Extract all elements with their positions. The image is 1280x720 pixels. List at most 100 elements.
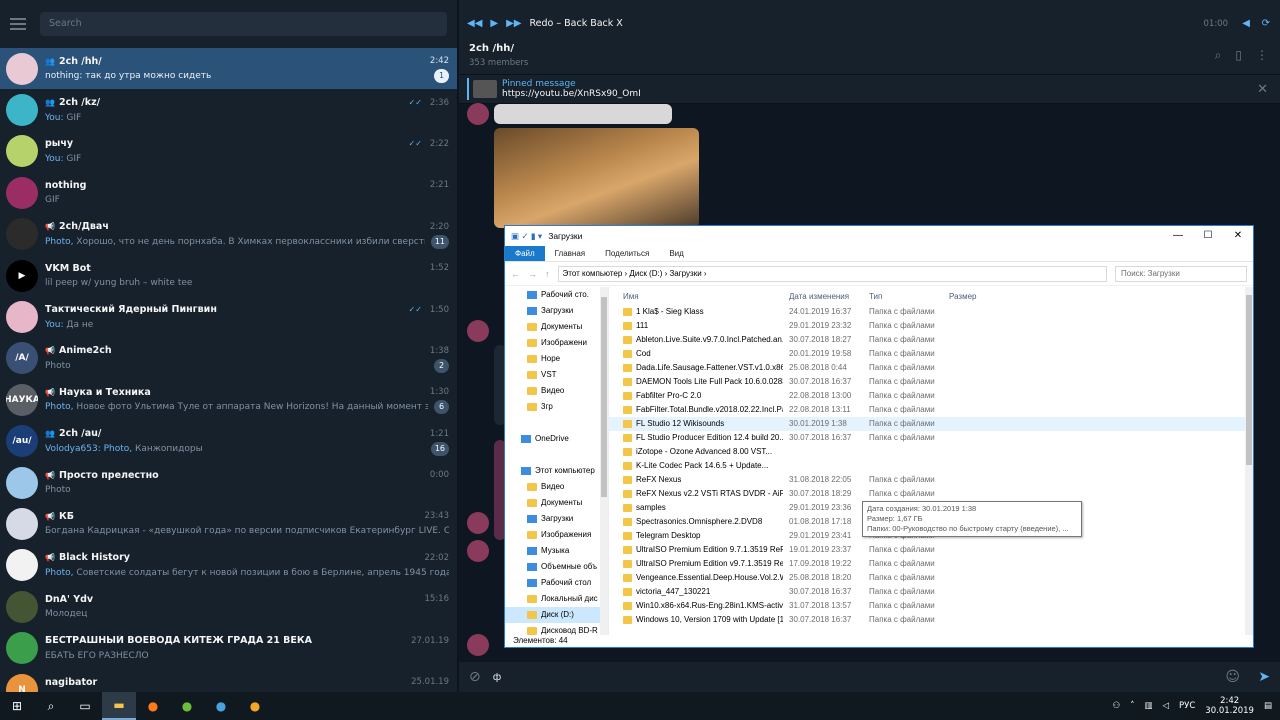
avatar[interactable] [467,634,489,656]
up-icon[interactable]: ↑ [545,269,550,279]
maximize-button[interactable]: ☐ [1193,226,1223,246]
message-photo[interactable] [494,104,672,124]
file-row[interactable]: Fabfilter Pro-C 2.0 22.08.2018 13:00 Папка… [609,389,1253,403]
explorer-search-input[interactable]: Поиск: Загрузки [1115,265,1247,282]
search-icon[interactable]: ⌕ [34,692,68,720]
nav-item[interactable]: Изображения [505,527,608,543]
file-row[interactable]: Dada.Life.Sausage.Fattener.VST.v1.0.x86.… [609,361,1253,375]
file-row[interactable]: Cod 20.01.2019 19:58 Папка с файлами [609,347,1253,361]
task-view-icon[interactable]: ▭ [68,692,102,720]
file-row[interactable]: Win10.x86-x64.Rus-Eng.28in1.KMS-activa..… [609,599,1253,613]
people-icon[interactable]: ⚇ [1113,701,1121,711]
notifications-icon[interactable]: ▤ [1264,701,1272,711]
avatar[interactable] [467,540,489,562]
file-row[interactable]: UltraISO Premium Edition 9.7.1.3519 ReP.… [609,543,1253,557]
search-icon[interactable]: ⌕ [1215,48,1222,63]
chat-item[interactable]: ▶ VKM Bot 1:52 lil peep w/ yung bruh – whit… [0,255,457,296]
file-row[interactable]: DAEMON Tools Lite Full Pack 10.6.0.0283 … [609,375,1253,389]
play-icon[interactable]: ▶ [490,18,498,29]
chat-item[interactable]: 📢 КБ 23:43 Богдана Кадрицкая - «девушкой го… [0,503,457,544]
previous-track-icon[interactable]: ◀◀ [467,18,482,29]
avatar[interactable] [467,512,489,534]
message-input[interactable]: ф [493,672,502,683]
chat-item[interactable]: 👥 2ch /kz/ ✓✓ 2:36 You: GIF [0,89,457,130]
file-row[interactable]: FL Studio 12 Wikisounds 30.01.2019 1:38 Па… [609,417,1253,431]
sidebar-toggle-icon[interactable]: ▯ [1235,48,1242,63]
file-list-scrollbar[interactable] [1245,287,1253,635]
telegram-icon[interactable]: ● [204,692,238,720]
back-icon[interactable]: ← [511,269,520,279]
message-photo[interactable] [494,128,699,228]
close-icon[interactable]: ✕ [1257,82,1268,97]
chat-title[interactable]: 2ch /hh/ [469,43,1270,54]
chat-item[interactable]: 📢 Просто прелестно 0:00 Photo [0,462,457,503]
nav-item[interactable]: Этот компьютер [505,463,608,479]
nav-item[interactable]: Документы [505,495,608,511]
nav-item[interactable]: Рабочий стол [505,575,608,591]
next-track-icon[interactable]: ▶▶ [506,18,521,29]
nav-item[interactable]: Объемные объ [505,559,608,575]
send-icon[interactable]: ➤ [1258,669,1270,685]
nav-item[interactable]: Дисковод BD-R [505,623,608,635]
file-row[interactable]: FabFilter.Total.Bundle.v2018.02.22.Incl.… [609,403,1253,417]
chat-item[interactable]: Тактический Ядерный Пингвин ✓✓ 1:50 You: Да… [0,296,457,337]
chat-item[interactable]: DnA' Ydv 15:16 Молодец [0,586,457,627]
file-row[interactable]: UltraISO Premium Edition v9.7.1.3519 Ret… [609,557,1253,571]
address-bar[interactable]: Этот компьютер › Диск (D:) › Загрузки › [557,265,1107,282]
menu-icon[interactable] [10,18,26,30]
column-name[interactable]: Имя [609,289,783,305]
nav-item[interactable]: OneDrive [505,431,608,447]
pinned-message[interactable]: Pinned message https://youtu.be/XnRSx90_… [459,74,1280,104]
nav-item[interactable]: Загрузки [505,303,608,319]
firefox-icon[interactable]: ● [136,692,170,720]
nav-item[interactable]: Рабочий сто. [505,287,608,303]
nav-item[interactable]: Музыка [505,543,608,559]
nav-item[interactable]: Загрузки [505,511,608,527]
file-row[interactable]: victoria_447_130221 30.07.2018 16:37 Папка… [609,585,1253,599]
nav-item[interactable]: Изображени [505,335,608,351]
nav-item[interactable]: Видео [505,479,608,495]
file-row[interactable]: 1 Kla$ - Sieg Klass 24.01.2019 16:37 Папка… [609,305,1253,319]
forward-icon[interactable]: → [528,269,537,279]
attach-icon[interactable]: ⊘ [469,669,481,685]
quick-access-icon[interactable]: ▣ ✓ ▮ ▾ [511,231,542,242]
keyboard-language[interactable]: РУС [1179,701,1195,711]
column-type[interactable]: Тип [863,289,943,305]
utorrent-icon[interactable]: ● [170,692,204,720]
repeat-icon[interactable]: ⟳ [1262,18,1270,29]
file-row[interactable]: FL Studio Producer Edition 12.4 build 20… [609,431,1253,445]
nav-item[interactable]: Документы [505,319,608,335]
column-date[interactable]: Дата изменения [783,289,863,305]
nav-item[interactable]: Локальный дис [505,591,608,607]
emoji-icon[interactable]: ☺ [1225,669,1240,685]
chat-item[interactable]: НАУКА 📢Наука и Техника 1:30Photo, Новое фо… [0,379,457,420]
tab-file[interactable]: Файл [505,246,545,261]
nav-item[interactable]: Диск (D:) [505,607,608,623]
nav-item[interactable]: Hope [505,351,608,367]
file-row[interactable]: Vengeance.Essential.Deep.House.Vol.2.W..… [609,571,1253,585]
tab-view[interactable]: Вид [659,246,693,261]
column-size[interactable]: Размер [943,289,977,305]
avatar[interactable] [467,320,489,342]
file-row[interactable]: Windows 10, Version 1709 with Update [1.… [609,613,1253,627]
search-input[interactable]: Search [40,12,447,36]
close-button[interactable]: ✕ [1223,226,1253,246]
nav-item[interactable]: 3гр [505,399,608,415]
start-icon[interactable]: ⊞ [0,692,34,720]
tab-home[interactable]: Главная [545,246,595,261]
file-row[interactable]: ReFX Nexus 31.08.2018 22:05 Папка с файлам… [609,473,1253,487]
file-explorer-icon[interactable]: ▬ [102,692,136,720]
chat-item[interactable]: Nnagibator 25.01.19 [0,669,457,692]
file-row[interactable]: K-Lite Codec Pack 14.6.5 + Update... [609,459,1253,473]
fl-studio-icon[interactable]: ● [238,692,272,720]
chat-item[interactable]: рычу ✓✓ 2:22 You: GIF [0,131,457,172]
file-row[interactable]: Ableton.Live.Suite.v9.7.0.Incl.Patched.a… [609,333,1253,347]
file-row[interactable]: ReFX Nexus v2.2 VSTi RTAS DVDR - AiRIS..… [609,487,1253,501]
chat-item[interactable]: nothing 2:21 GIF [0,172,457,213]
network-icon[interactable]: ▥ [1144,701,1152,711]
more-icon[interactable]: ⋮ [1256,48,1268,63]
chat-item[interactable]: 👥 2ch /hh/2:42 nothing: так до утра можно … [0,48,457,90]
volume-icon[interactable]: ◁ [1163,701,1170,711]
nav-item[interactable]: Видео [505,383,608,399]
nav-scrollbar[interactable] [600,287,608,635]
